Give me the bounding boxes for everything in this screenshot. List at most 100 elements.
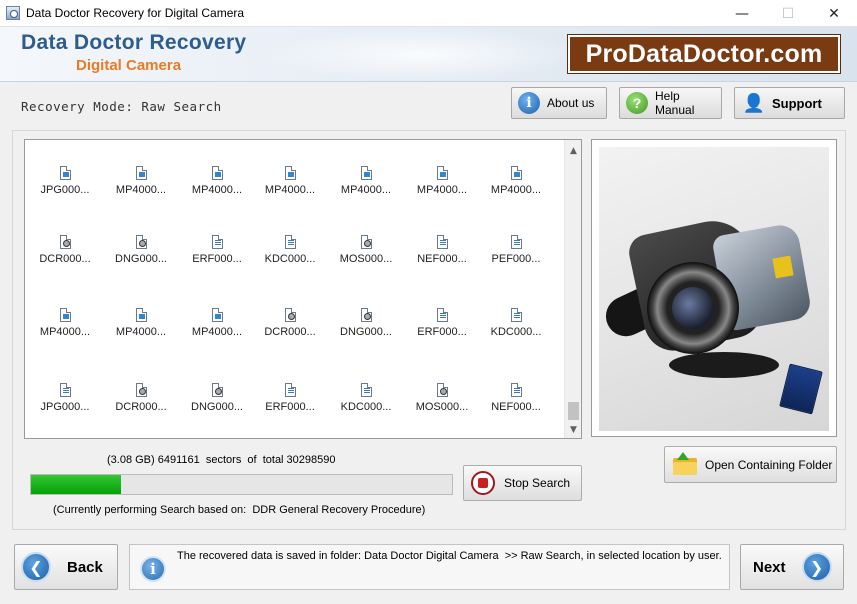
about-us-button[interactable]: i About us	[511, 87, 607, 119]
next-label: Next	[753, 558, 786, 576]
file-name: DCR000...	[264, 326, 316, 338]
file-item[interactable]: KDC000...	[336, 383, 396, 417]
info-message-text: The recovered data is saved in folder: D…	[177, 550, 722, 562]
file-name: KDC000...	[264, 253, 316, 265]
help-manual-label: Help Manual	[655, 89, 695, 117]
prodatadoctor-logo[interactable]: ProDataDoctor.com	[567, 34, 841, 74]
question-icon: ?	[626, 92, 648, 114]
file-item[interactable]: MP4000...	[260, 166, 320, 200]
file-name: MP4000...	[115, 184, 167, 196]
brand-title: Data Doctor Recovery	[21, 31, 247, 54]
file-icon	[510, 383, 522, 397]
camera-base	[669, 352, 779, 378]
next-button[interactable]: Next ❯	[740, 544, 844, 590]
progress-fill	[31, 475, 122, 494]
file-name: ERF000...	[265, 401, 315, 413]
file-item[interactable]: DNG000...	[187, 383, 247, 417]
help-manual-button[interactable]: ? Help Manual	[619, 87, 722, 119]
file-name: MP4000...	[340, 184, 392, 196]
scroll-up-icon[interactable]: ▲	[565, 142, 581, 159]
file-name: MP4000...	[264, 184, 316, 196]
file-icon	[135, 383, 147, 397]
recovery-mode-label: Recovery Mode: Raw Search	[21, 99, 222, 114]
file-item[interactable]: MP4000...	[187, 166, 247, 200]
back-button[interactable]: ❮ Back	[14, 544, 118, 590]
file-name: MP4000...	[191, 326, 243, 338]
file-item[interactable]: NEF000...	[486, 383, 546, 417]
info-icon: i	[518, 92, 540, 114]
search-progress-bar	[30, 474, 453, 495]
file-item[interactable]: ERF000...	[187, 235, 247, 269]
file-item[interactable]: DCR000...	[260, 308, 320, 342]
close-button[interactable]: ✕	[811, 0, 857, 27]
file-name: MOS000...	[339, 253, 393, 265]
minimize-button[interactable]: —	[719, 0, 765, 27]
file-item[interactable]: MOS000...	[336, 235, 396, 269]
file-icon	[510, 166, 522, 180]
stop-icon	[471, 471, 495, 495]
file-name: MOS000...	[415, 401, 469, 413]
file-icon	[436, 308, 448, 322]
file-icon	[135, 308, 147, 322]
info-message-box: i The recovered data is saved in folder:…	[129, 544, 730, 590]
file-icon	[59, 235, 71, 249]
vertical-scrollbar[interactable]: ▲ ▼	[564, 140, 581, 438]
file-item[interactable]: DNG000...	[111, 235, 171, 269]
file-item[interactable]: ERF000...	[412, 308, 472, 342]
file-icon	[284, 235, 296, 249]
file-item[interactable]: MP4000...	[187, 308, 247, 342]
file-item[interactable]: DNG000...	[336, 308, 396, 342]
file-item[interactable]: KDC000...	[260, 235, 320, 269]
arrow-left-icon: ❮	[21, 552, 51, 582]
file-icon	[284, 383, 296, 397]
file-name: DCR000...	[115, 401, 167, 413]
open-containing-folder-button[interactable]: Open Containing Folder	[664, 446, 837, 483]
file-item[interactable]: MP4000...	[336, 166, 396, 200]
support-button[interactable]: 👤 Support	[734, 87, 845, 119]
file-icon	[360, 235, 372, 249]
stop-search-label: Stop Search	[504, 476, 571, 490]
app-icon	[6, 6, 20, 20]
scroll-down-icon[interactable]: ▼	[565, 421, 581, 438]
file-icon	[510, 308, 522, 322]
file-item[interactable]: JPG000...	[35, 383, 95, 417]
file-item[interactable]: ERF000...	[260, 383, 320, 417]
file-icon	[211, 308, 223, 322]
file-name: KDC000...	[340, 401, 392, 413]
file-name: JPG000...	[40, 401, 90, 413]
file-icon	[436, 235, 448, 249]
file-item[interactable]: MP4000...	[412, 166, 472, 200]
file-item[interactable]: JPG000...	[35, 166, 95, 200]
file-name: DCR000...	[39, 253, 91, 265]
file-item[interactable]: MP4000...	[35, 308, 95, 342]
file-item[interactable]: PEF000...	[486, 235, 546, 269]
camera-preview-image	[599, 147, 829, 431]
file-item[interactable]: KDC000...	[486, 308, 546, 342]
file-icon	[360, 308, 372, 322]
file-name: ERF000...	[417, 326, 467, 338]
file-icon	[436, 166, 448, 180]
user-icon: 👤	[742, 92, 766, 113]
maximize-button[interactable]: ☐	[765, 0, 811, 27]
file-item[interactable]: DCR000...	[35, 235, 95, 269]
file-item[interactable]: MP4000...	[111, 308, 171, 342]
title-bar: Data Doctor Recovery for Digital Camera …	[0, 0, 857, 27]
sectors-progress-text: (3.08 GB) 6491161 sectors of total 30298…	[107, 454, 336, 466]
file-item[interactable]: MP4000...	[486, 166, 546, 200]
file-icon	[211, 235, 223, 249]
file-name: MP4000...	[191, 184, 243, 196]
file-item[interactable]: MOS000...	[412, 383, 472, 417]
file-item[interactable]: DCR000...	[111, 383, 171, 417]
file-item[interactable]: MP4000...	[111, 166, 171, 200]
stop-search-button[interactable]: Stop Search	[463, 465, 582, 501]
file-icon	[360, 383, 372, 397]
file-name: MP4000...	[416, 184, 468, 196]
recovered-files-grid[interactable]: JPG000... MP4000... MP4000... MP4000... MP40…	[24, 139, 582, 439]
file-name: MP4000...	[490, 184, 542, 196]
scroll-thumb[interactable]	[568, 402, 579, 420]
file-item[interactable]: NEF000...	[412, 235, 472, 269]
file-icon	[59, 166, 71, 180]
info-icon: i	[140, 556, 166, 582]
window-controls: — ☐ ✕	[719, 0, 857, 27]
file-icon	[59, 383, 71, 397]
